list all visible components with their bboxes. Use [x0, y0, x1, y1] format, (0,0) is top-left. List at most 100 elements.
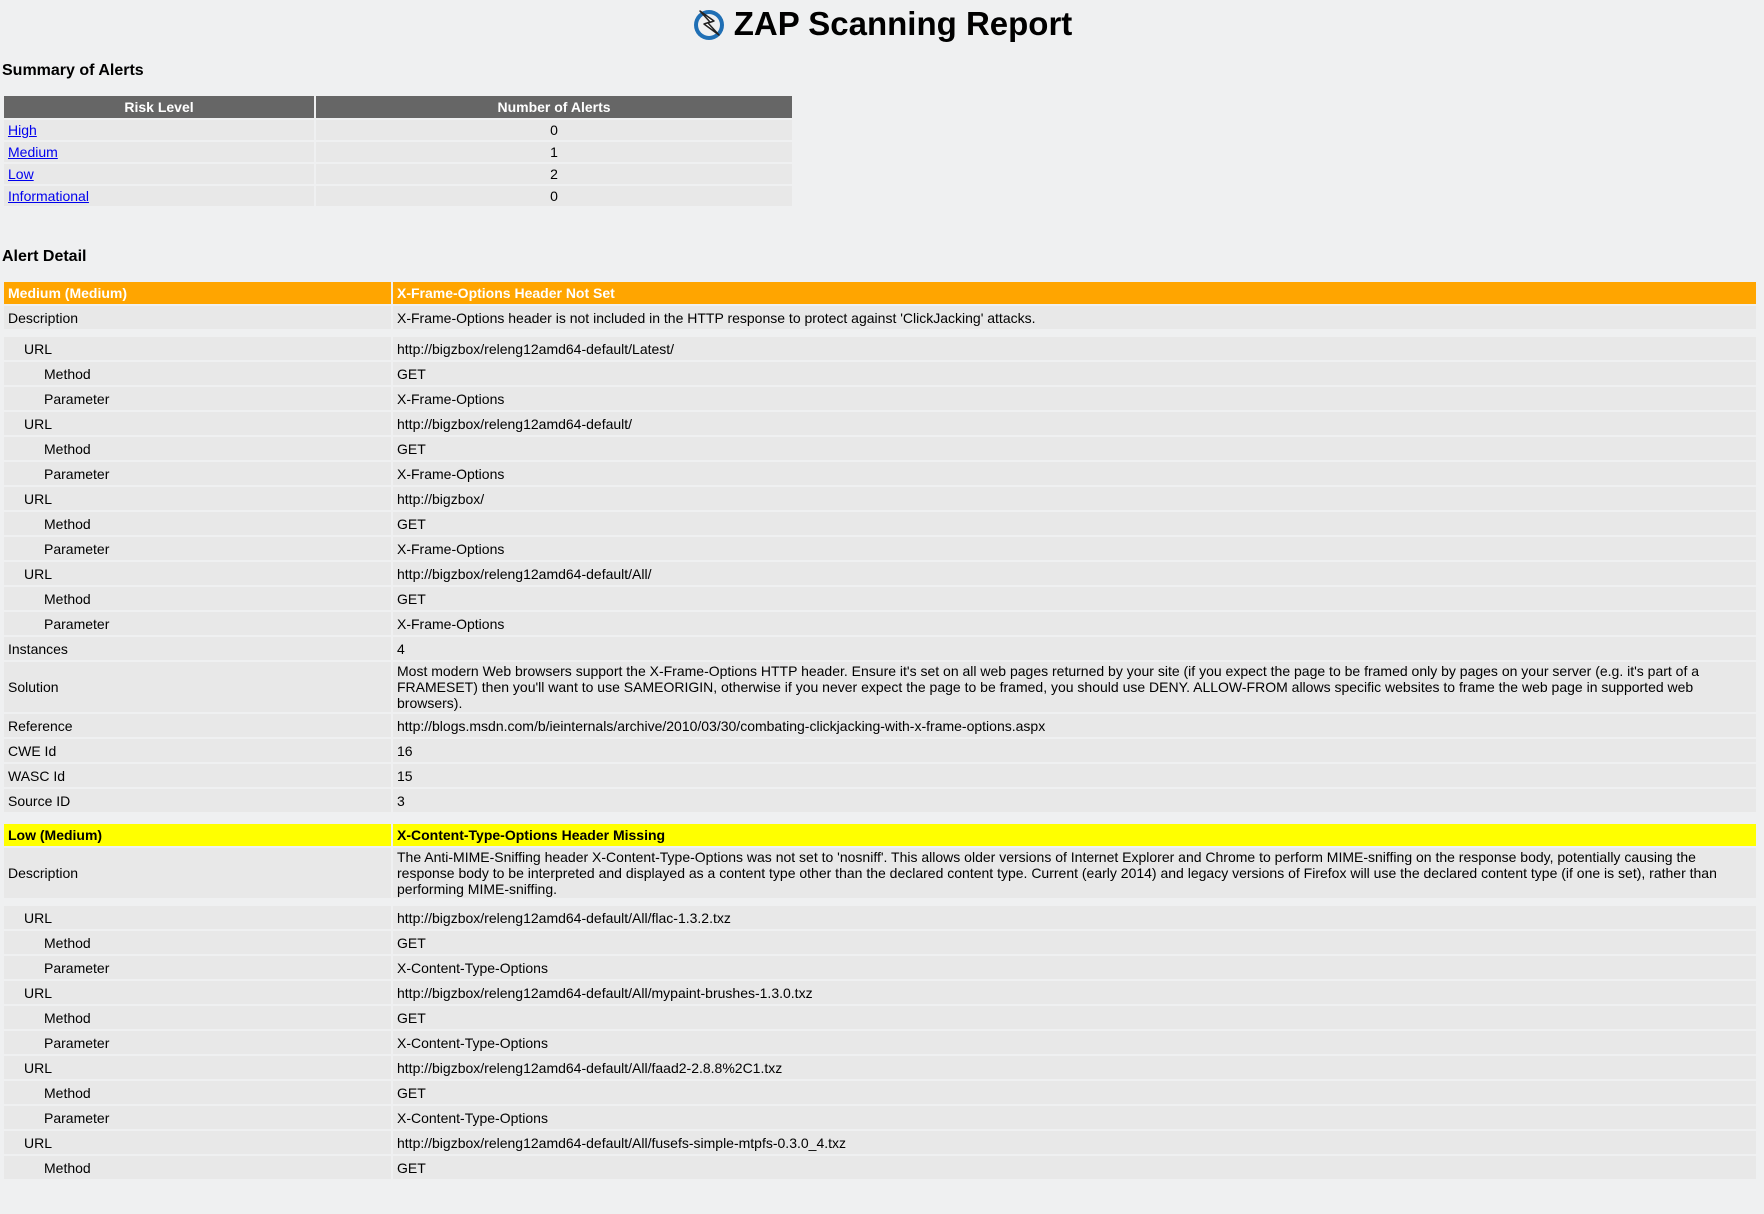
method-label: Method [4, 1006, 391, 1029]
reference-label: Reference [4, 714, 391, 737]
instance-url-row: URL http://bigzbox/releng12amd64-default… [4, 562, 1756, 585]
cwe-row: CWE Id 16 [4, 739, 1756, 762]
alert-table-x-content-type-options: Low (Medium) X-Content-Type-Options Head… [2, 822, 1758, 1181]
solution-label: Solution [4, 662, 391, 712]
alert-count: 0 [316, 120, 792, 140]
method-value: GET [393, 512, 1756, 535]
instance-method-row: Method GET [4, 512, 1756, 535]
instance-url-row: URL http://bigzbox/releng12amd64-default… [4, 412, 1756, 435]
reference-value: http://blogs.msdn.com/b/ieinternals/arch… [393, 714, 1756, 737]
alert-count: 0 [316, 186, 792, 206]
wasc-value: 15 [393, 764, 1756, 787]
url-value: http://bigzbox/releng12amd64-default/All… [393, 1131, 1756, 1154]
instance-parameter-row: Parameter X-Frame-Options [4, 462, 1756, 485]
parameter-label: Parameter [4, 956, 391, 979]
url-label: URL [4, 1131, 391, 1154]
parameter-label: Parameter [4, 387, 391, 410]
instance-parameter-row: Parameter X-Frame-Options [4, 612, 1756, 635]
alert-name: X-Content-Type-Options Header Missing [393, 824, 1756, 846]
instance-url-row: URL http://bigzbox/releng12amd64-default… [4, 1131, 1756, 1154]
source-id-row: Source ID 3 [4, 789, 1756, 812]
summary-row-medium: Medium 1 [4, 142, 792, 162]
zap-logo-icon [692, 7, 726, 41]
description-row: Description X-Frame-Options header is no… [4, 306, 1756, 329]
method-label: Method [4, 931, 391, 954]
risk-link-low[interactable]: Low [8, 166, 34, 182]
summary-heading: Summary of Alerts [2, 62, 144, 79]
instance-method-row: Method GET [4, 931, 1756, 954]
method-label: Method [4, 437, 391, 460]
alert-header-row: Medium (Medium) X-Frame-Options Header N… [4, 282, 1756, 304]
solution-value: Most modern Web browsers support the X-F… [393, 662, 1756, 712]
description-row: Description The Anti-MIME-Sniffing heade… [4, 848, 1756, 898]
description-value: The Anti-MIME-Sniffing header X-Content-… [393, 848, 1756, 898]
parameter-label: Parameter [4, 537, 391, 560]
url-value: http://bigzbox/releng12amd64-default/All… [393, 906, 1756, 929]
instance-parameter-row: Parameter X-Frame-Options [4, 537, 1756, 560]
url-label: URL [4, 412, 391, 435]
url-value: http://bigzbox/ [393, 487, 1756, 510]
parameter-value: X-Content-Type-Options [393, 1106, 1756, 1129]
description-label: Description [4, 306, 391, 329]
number-of-alerts-header: Number of Alerts [316, 96, 792, 118]
method-value: GET [393, 1006, 1756, 1029]
instance-method-row: Method GET [4, 1156, 1756, 1179]
parameter-label: Parameter [4, 462, 391, 485]
instance-url-row: URL http://bigzbox/releng12amd64-default… [4, 337, 1756, 360]
summary-row-informational: Informational 0 [4, 186, 792, 206]
instances-row: Instances 4 [4, 637, 1756, 660]
parameter-value: X-Frame-Options [393, 387, 1756, 410]
url-label: URL [4, 487, 391, 510]
method-label: Method [4, 587, 391, 610]
method-value: GET [393, 437, 1756, 460]
risk-level-header: Risk Level [4, 96, 314, 118]
summary-table: Risk Level Number of Alerts High 0 Mediu… [2, 94, 794, 208]
cwe-value: 16 [393, 739, 1756, 762]
url-label: URL [4, 906, 391, 929]
url-value: http://bigzbox/releng12amd64-default/All… [393, 562, 1756, 585]
alert-risk: Medium (Medium) [4, 282, 391, 304]
parameter-value: X-Frame-Options [393, 537, 1756, 560]
method-value: GET [393, 931, 1756, 954]
instance-method-row: Method GET [4, 437, 1756, 460]
url-label: URL [4, 981, 391, 1004]
cwe-label: CWE Id [4, 739, 391, 762]
parameter-label: Parameter [4, 1031, 391, 1054]
method-value: GET [393, 362, 1756, 385]
instance-method-row: Method GET [4, 362, 1756, 385]
alert-count: 2 [316, 164, 792, 184]
parameter-value: X-Content-Type-Options [393, 956, 1756, 979]
report-title: ZAP Scanning Report [2, 0, 1762, 44]
alert-table-x-frame-options: Medium (Medium) X-Frame-Options Header N… [2, 280, 1758, 814]
instance-method-row: Method GET [4, 587, 1756, 610]
solution-row: Solution Most modern Web browsers suppor… [4, 662, 1756, 712]
parameter-label: Parameter [4, 1106, 391, 1129]
url-label: URL [4, 562, 391, 585]
url-label: URL [4, 337, 391, 360]
instance-url-row: URL http://bigzbox/releng12amd64-default… [4, 906, 1756, 929]
method-label: Method [4, 512, 391, 535]
method-value: GET [393, 1081, 1756, 1104]
url-label: URL [4, 1056, 391, 1079]
reference-row: Reference http://blogs.msdn.com/b/ieinte… [4, 714, 1756, 737]
instances-label: Instances [4, 637, 391, 660]
wasc-label: WASC Id [4, 764, 391, 787]
parameter-value: X-Frame-Options [393, 462, 1756, 485]
parameter-value: X-Content-Type-Options [393, 1031, 1756, 1054]
summary-row-high: High 0 [4, 120, 792, 140]
source-id-label: Source ID [4, 789, 391, 812]
method-label: Method [4, 362, 391, 385]
risk-link-medium[interactable]: Medium [8, 144, 58, 160]
description-value: X-Frame-Options header is not included i… [393, 306, 1756, 329]
risk-link-informational[interactable]: Informational [8, 188, 89, 204]
risk-link-high[interactable]: High [8, 122, 37, 138]
method-value: GET [393, 1156, 1756, 1179]
url-value: http://bigzbox/releng12amd64-default/All… [393, 981, 1756, 1004]
instance-url-row: URL http://bigzbox/ [4, 487, 1756, 510]
alert-detail-heading: Alert Detail [2, 248, 87, 265]
method-value: GET [393, 587, 1756, 610]
instance-parameter-row: Parameter X-Content-Type-Options [4, 1031, 1756, 1054]
url-value: http://bigzbox/releng12amd64-default/ [393, 412, 1756, 435]
summary-header-row: Risk Level Number of Alerts [4, 96, 792, 118]
instance-method-row: Method GET [4, 1081, 1756, 1104]
